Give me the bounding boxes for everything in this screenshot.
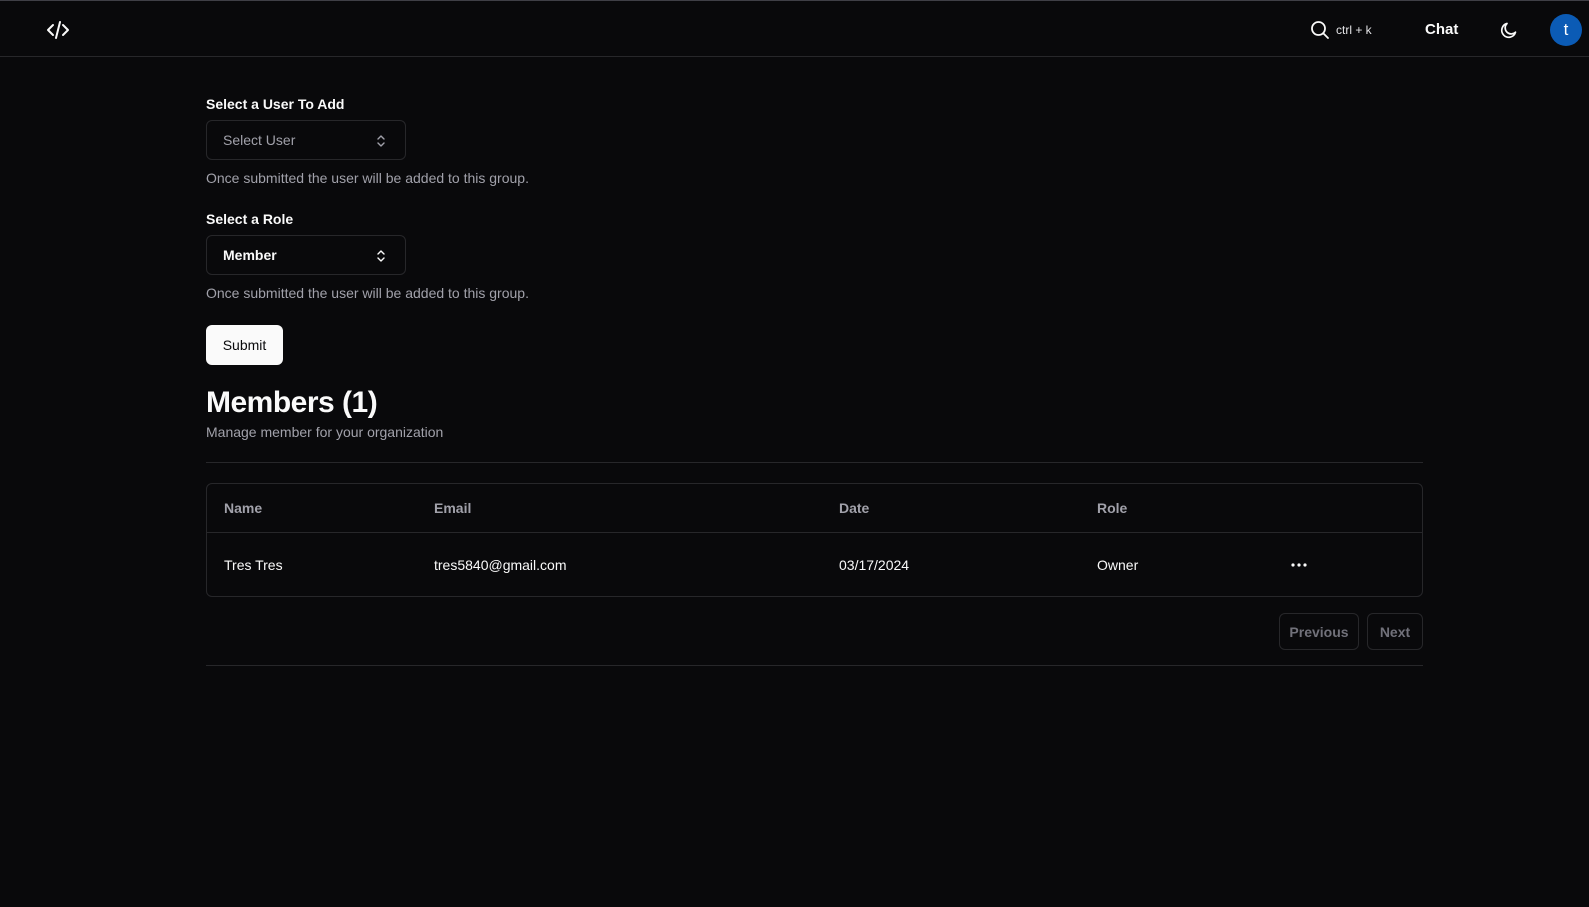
divider [206,462,1423,463]
column-header-email: Email [434,500,472,516]
search-icon [1311,21,1329,39]
code-icon[interactable] [46,19,70,41]
column-header-role: Role [1097,500,1128,516]
more-horizontal-icon[interactable] [1287,555,1311,575]
members-subtitle: Manage member for your organization [206,424,444,440]
select-user-label: Select a User To Add [206,96,345,112]
members-table: Name Email Date Role Tres Tres tres5840@… [206,483,1423,597]
user-select-value: Select User [223,132,296,148]
column-header-name: Name [224,500,263,516]
submit-button[interactable]: Submit [206,325,283,365]
table-header: Name Email Date Role [207,484,1422,533]
role-select[interactable]: Member [206,235,406,275]
chevrons-up-down-icon [377,135,385,147]
divider [206,665,1423,666]
top-navbar: ctrl + k Chat t [0,0,1589,57]
chat-link[interactable]: Chat [1425,21,1458,38]
column-header-date: Date [839,500,870,516]
previous-button[interactable]: Previous [1279,613,1359,650]
table-row: Tres Tres tres5840@gmail.com 03/17/2024 … [207,533,1422,597]
member-role: Owner [1097,557,1139,573]
member-email: tres5840@gmail.com [434,557,567,573]
select-role-help: Once submitted the user will be added to… [206,285,529,301]
member-name: Tres Tres [224,557,283,573]
next-button[interactable]: Next [1367,613,1423,650]
search-button[interactable]: ctrl + k [1310,20,1372,40]
member-date: 03/17/2024 [839,557,910,573]
role-select-value: Member [223,247,277,263]
select-user-help: Once submitted the user will be added to… [206,170,529,186]
user-select[interactable]: Select User [206,120,406,160]
members-title: Members (1) [206,386,378,419]
moon-icon[interactable] [1499,20,1519,40]
select-role-label: Select a Role [206,211,294,227]
search-shortcut: ctrl + k [1336,23,1372,37]
user-avatar[interactable]: t [1550,14,1582,46]
chevrons-up-down-icon [377,250,385,262]
